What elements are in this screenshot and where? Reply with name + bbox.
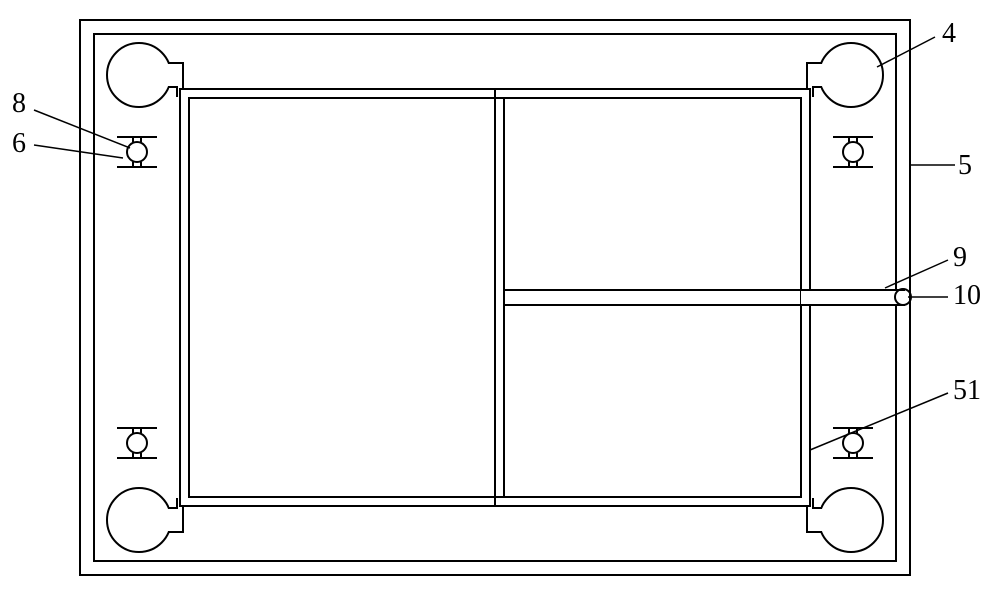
leader-4 <box>877 37 935 67</box>
label-6: 6 <box>12 128 26 160</box>
label-9: 9 <box>953 242 967 274</box>
leader-6 <box>34 145 123 158</box>
leader-9 <box>885 260 948 288</box>
leader-lines <box>0 0 1000 598</box>
label-51: 51 <box>953 375 981 407</box>
leader-8 <box>34 110 130 148</box>
label-10: 10 <box>953 280 981 312</box>
label-5: 5 <box>958 150 972 182</box>
label-4: 4 <box>942 18 956 50</box>
label-8: 8 <box>12 88 26 120</box>
leader-51 <box>810 393 948 450</box>
